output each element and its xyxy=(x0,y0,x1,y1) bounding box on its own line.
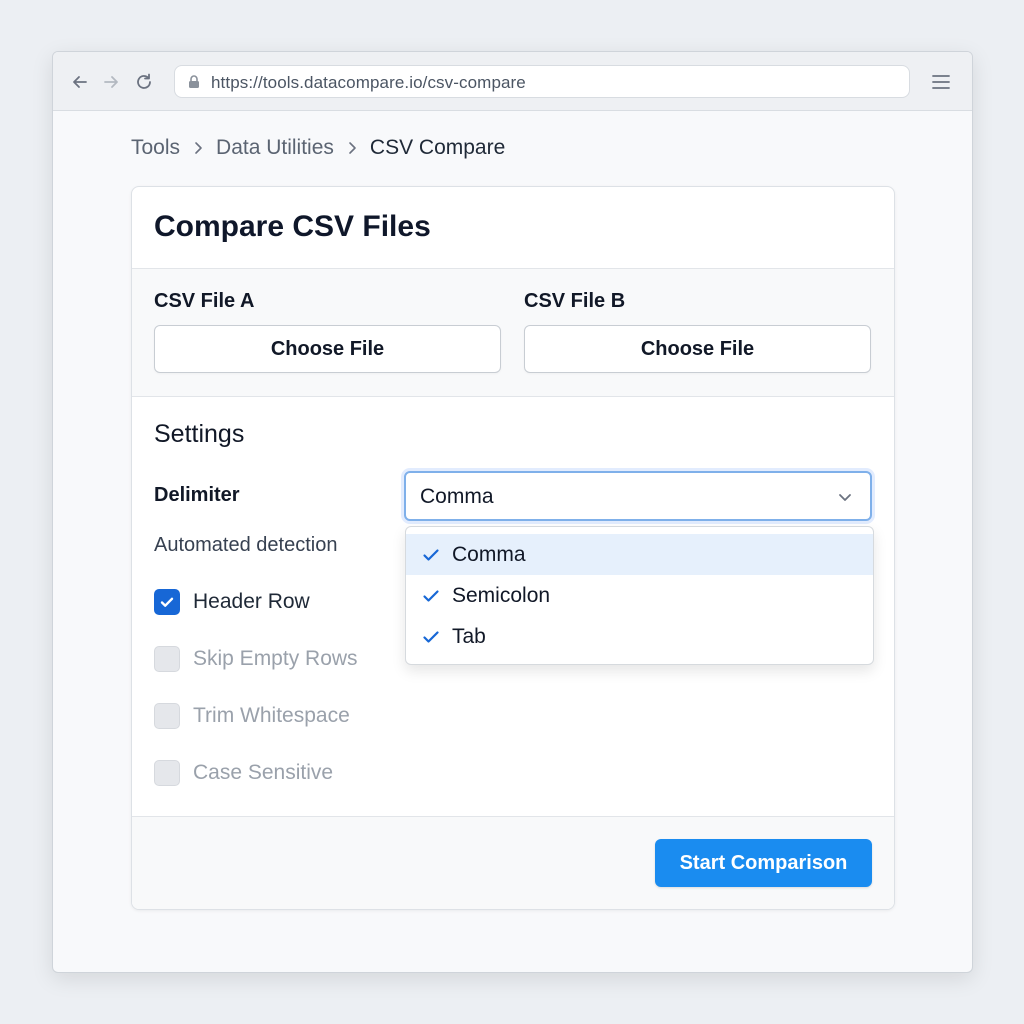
delimiter-dropdown-menu: Comma Semicolon Tab xyxy=(405,526,874,665)
file-selection-section: CSV File A Choose File CSV File B Choose… xyxy=(132,269,894,397)
lock-icon xyxy=(189,75,199,88)
case-sensitive-checkbox[interactable] xyxy=(154,760,180,786)
reload-button[interactable] xyxy=(133,71,155,93)
skip-empty-rows-label: Skip Empty Rows xyxy=(193,647,358,670)
chevron-right-icon xyxy=(344,140,360,156)
automated-detection-label: Automated detection xyxy=(154,534,338,556)
breadcrumb-item-csv-compare: CSV Compare xyxy=(369,136,506,159)
delimiter-select[interactable]: Comma xyxy=(404,471,872,521)
chevron-down-icon xyxy=(839,494,851,501)
breadcrumb-item-tools[interactable]: Tools xyxy=(131,136,180,160)
skip-empty-rows-checkbox[interactable] xyxy=(154,646,180,672)
arrow-right-icon xyxy=(104,76,118,88)
file-b-label: CSV File B xyxy=(524,290,626,312)
checkmark-icon xyxy=(423,548,439,561)
choose-file-a-button[interactable]: Choose File xyxy=(154,325,501,373)
checkmark-icon xyxy=(160,597,174,607)
chevron-right-icon xyxy=(190,140,206,156)
header-row-label: Header Row xyxy=(193,590,310,613)
delimiter-option-comma[interactable]: Comma xyxy=(406,534,873,575)
hamburger-menu-icon xyxy=(932,75,950,89)
breadcrumb-item-data-utilities[interactable]: Data Utilities xyxy=(216,136,334,160)
checkmark-icon xyxy=(423,630,439,643)
file-a-label: CSV File A xyxy=(154,290,255,312)
url-text: https://tools.datacompare.io/csv-compare xyxy=(211,73,526,92)
option-label: Comma xyxy=(452,542,526,566)
option-label: Tab xyxy=(452,624,486,648)
header-row-checkbox[interactable] xyxy=(154,589,180,615)
choose-file-b-button[interactable]: Choose File xyxy=(524,325,871,373)
compare-card: Compare CSV Files CSV File A Choose File… xyxy=(131,186,895,910)
start-comparison-button[interactable]: Start Comparison xyxy=(655,839,872,887)
case-sensitive-label: Case Sensitive xyxy=(193,761,334,784)
card-footer: Start Comparison xyxy=(132,816,894,909)
delimiter-select-value: Comma xyxy=(420,485,494,508)
trim-whitespace-checkbox-row[interactable]: Trim Whitespace xyxy=(154,702,350,730)
checkmark-icon xyxy=(423,589,439,602)
browser-window: https://tools.datacompare.io/csv-compare… xyxy=(52,51,973,973)
reload-icon xyxy=(137,73,151,89)
delimiter-option-tab[interactable]: Tab xyxy=(406,616,873,657)
card-header: Compare CSV Files xyxy=(132,187,894,269)
address-bar[interactable]: https://tools.datacompare.io/csv-compare xyxy=(174,65,910,98)
browser-menu-button[interactable] xyxy=(929,71,953,93)
case-sensitive-checkbox-row[interactable]: Case Sensitive xyxy=(154,759,333,787)
header-row-checkbox-row[interactable]: Header Row xyxy=(154,588,310,616)
browser-toolbar: https://tools.datacompare.io/csv-compare xyxy=(53,52,972,111)
option-label: Semicolon xyxy=(452,583,551,607)
arrow-left-icon xyxy=(73,76,87,88)
trim-whitespace-label: Trim Whitespace xyxy=(193,704,350,727)
skip-empty-rows-checkbox-row[interactable]: Skip Empty Rows xyxy=(154,645,358,673)
forward-button[interactable] xyxy=(100,71,122,93)
page-title: Compare CSV Files xyxy=(154,210,431,243)
delimiter-option-semicolon[interactable]: Semicolon xyxy=(406,575,873,616)
back-button[interactable] xyxy=(69,71,91,93)
delimiter-label: Delimiter xyxy=(154,484,240,506)
breadcrumb: Tools Data Utilities CSV Compare xyxy=(131,136,505,160)
trim-whitespace-checkbox[interactable] xyxy=(154,703,180,729)
settings-title: Settings xyxy=(154,420,245,448)
